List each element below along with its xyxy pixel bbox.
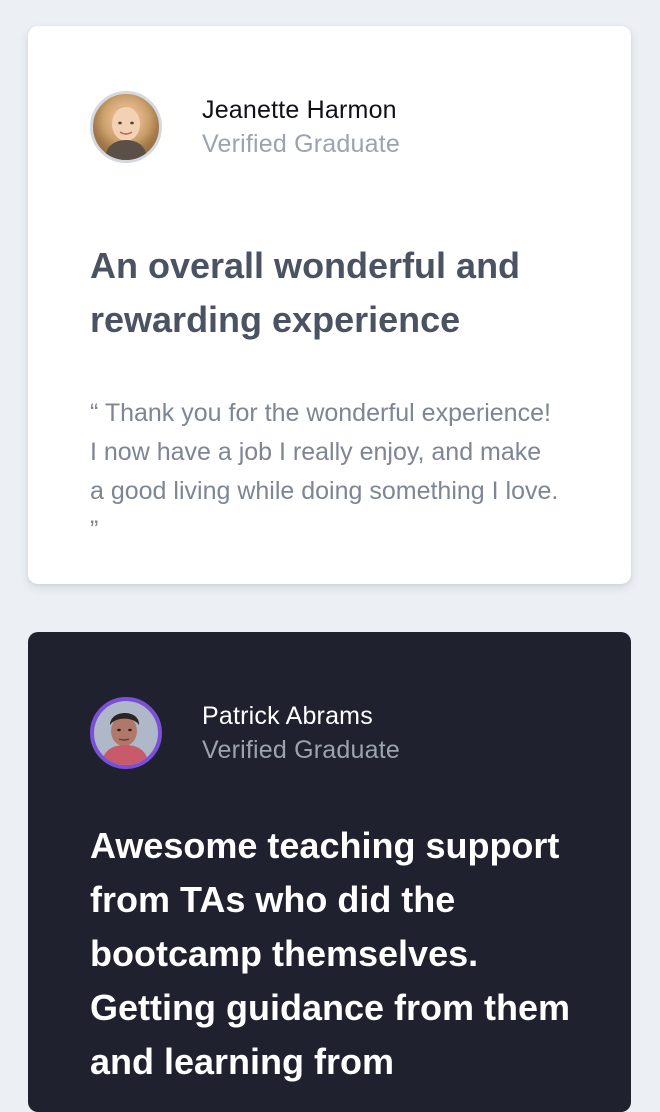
testimonial-quote: “ Thank you for the wonderful experience… [90,399,559,544]
author-info: Patrick Abrams Verified Graduate [202,699,400,767]
author-role: Verified Graduate [202,736,400,764]
testimonial-headline: Awesome teaching support from TAs who di… [90,825,571,1082]
testimonial-card-jeanette: Jeanette Harmon Verified Graduate An ove… [28,26,631,584]
testimonial-author: Jeanette Harmon Verified Graduate [90,88,400,166]
testimonial-author: Patrick Abrams Verified Graduate [90,694,400,772]
avatar-jeanette [90,91,162,163]
avatar-patrick [90,697,162,769]
author-info: Jeanette Harmon Verified Graduate [202,93,400,161]
avatar-portrait-icon [105,106,147,160]
testimonial-card-patrick: Patrick Abrams Verified Graduate Awesome… [28,632,631,1112]
author-role: Verified Graduate [202,130,400,158]
author-name: Jeanette Harmon [202,96,397,124]
testimonial-headline: An overall wonderful and rewarding exper… [90,245,521,340]
avatar-portrait-icon [94,701,158,765]
author-name: Patrick Abrams [202,702,373,730]
